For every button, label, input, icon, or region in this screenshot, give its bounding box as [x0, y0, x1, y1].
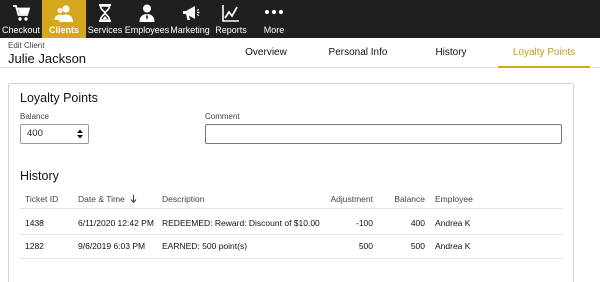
cell-ticket-id: 1438 [25, 218, 44, 228]
cell-balance: 400 [410, 218, 425, 228]
nav-label: Clients [48, 25, 79, 35]
arrow-down-icon [130, 195, 137, 203]
cart-icon [13, 5, 31, 21]
nav-label: Marketing [170, 25, 210, 35]
cell-date-time: 9/6/2019 6:03 PM [78, 241, 146, 251]
col-description[interactable]: Description [162, 194, 205, 204]
stepper-arrows-icon[interactable] [76, 128, 84, 140]
nav-label: Services [87, 25, 123, 35]
chart-icon [222, 5, 239, 22]
loyalty-title: Loyalty Points [20, 91, 98, 105]
clients-icon [54, 5, 73, 22]
cell-adjustment: 500 [358, 241, 373, 251]
cell-ticket-id: 1282 [25, 241, 44, 251]
tab-overview[interactable]: Overview [236, 38, 296, 68]
top-nav: Checkout Clients Services Employees Mark… [0, 0, 600, 38]
col-balance[interactable]: Balance [385, 194, 425, 204]
tab-loyalty-points[interactable]: Loyalty Points [498, 38, 590, 68]
cell-balance: 500 [410, 241, 425, 251]
tab-personal-info[interactable]: Personal Info [322, 38, 394, 68]
nav-label: More [263, 25, 285, 35]
table-divider [20, 208, 563, 209]
col-date-time[interactable]: Date & Time [78, 194, 137, 204]
history-title: History [20, 169, 59, 183]
nav-checkout[interactable]: Checkout [0, 0, 42, 38]
client-name: Julie Jackson [8, 51, 87, 66]
hourglass-icon [99, 4, 111, 22]
cell-adjustment: -100 [355, 218, 373, 228]
col-employee[interactable]: Employee [435, 194, 473, 204]
cell-date-time: 6/11/2020 12:42 PM [78, 218, 154, 228]
edit-client-label: Edit Client [8, 41, 45, 50]
loyalty-panel: Loyalty Points Balance 400 Comment Histo… [8, 83, 574, 282]
col-date-time-label: Date & Time [78, 194, 125, 204]
nav-more[interactable]: More [252, 0, 296, 38]
nav-label: Reports [215, 25, 247, 35]
balance-value: 400 [27, 128, 43, 139]
nav-employees[interactable]: Employees [124, 0, 170, 38]
balance-label: Balance [20, 112, 49, 121]
nav-label: Checkout [1, 25, 41, 35]
cell-description: EARNED: 500 point(s) [162, 241, 248, 251]
nav-marketing[interactable]: Marketing [170, 0, 210, 38]
col-ticket-id[interactable]: Ticket ID [25, 194, 58, 204]
cell-description: REDEEMED: Reward: Discount of $10.00 [162, 218, 320, 228]
client-header: Edit Client Julie Jackson Overview Perso… [0, 38, 600, 68]
cell-employee: Andrea K [435, 218, 471, 228]
comment-input[interactable] [205, 124, 562, 144]
tab-history[interactable]: History [424, 38, 478, 68]
comment-label: Comment [205, 112, 240, 121]
nav-label: Employees [124, 25, 170, 35]
nav-clients[interactable]: Clients [42, 0, 86, 38]
balance-input[interactable]: 400 [20, 124, 89, 144]
more-dots-icon [264, 9, 284, 15]
employee-icon [139, 4, 155, 22]
row-divider [20, 258, 563, 259]
cell-employee: Andrea K [435, 241, 471, 251]
megaphone-icon [183, 6, 200, 20]
row-divider [20, 234, 563, 235]
col-adjustment[interactable]: Adjustment [319, 194, 373, 204]
nav-reports[interactable]: Reports [210, 0, 252, 38]
nav-services[interactable]: Services [86, 0, 124, 38]
